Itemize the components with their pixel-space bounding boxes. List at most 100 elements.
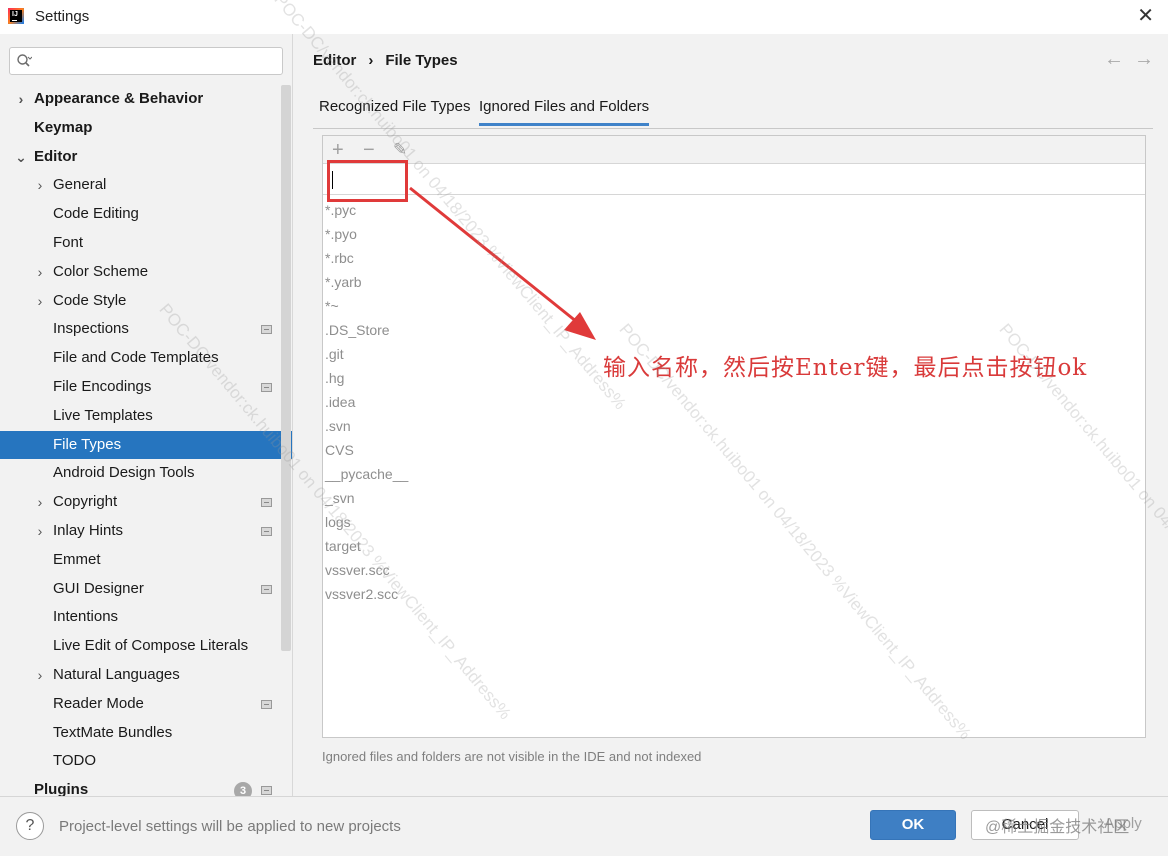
sidebar-item-label: General: [53, 176, 107, 194]
sidebar-item-plugins[interactable]: Plugins 3: [0, 776, 292, 796]
sidebar-item-label: Code Editing: [53, 205, 139, 223]
sidebar-item-label: Font: [53, 233, 84, 251]
sidebar-item-file-and-code-templates[interactable]: File and Code Templates: [0, 344, 292, 373]
sidebar-item-emmet[interactable]: Emmet: [0, 546, 292, 575]
back-arrow-icon[interactable]: ←: [1104, 48, 1134, 70]
annotation-arrow-icon: [409, 186, 596, 340]
chevron-right-icon[interactable]: ›: [34, 287, 46, 316]
chevron-right-icon[interactable]: ›: [34, 258, 46, 287]
tab-ignored-files-and-folders[interactable]: Ignored Files and Folders: [479, 98, 650, 126]
search-icon: [17, 54, 32, 67]
pattern-item[interactable]: .DS_Store: [325, 320, 408, 344]
chevron-right-icon[interactable]: ›: [15, 85, 27, 114]
pattern-item[interactable]: logs: [325, 512, 408, 536]
sidebar-item-label: Keymap: [34, 118, 93, 136]
sidebar-item-todo[interactable]: TODO: [0, 747, 292, 776]
sidebar-item-label: Android Design Tools: [53, 464, 195, 482]
pattern-item[interactable]: .hg: [325, 368, 408, 392]
pattern-item[interactable]: *.pyo: [325, 224, 408, 248]
project-scope-icon: [261, 526, 272, 536]
ignored-hint-text: Ignored files and folders are not visibl…: [322, 749, 702, 764]
sidebar-item-code-style[interactable]: › Code Style: [0, 287, 292, 316]
chevron-down-icon[interactable]: ⌄: [15, 143, 27, 172]
pattern-item[interactable]: vssver2.scc: [325, 584, 408, 608]
sidebar-item-editor[interactable]: ⌄ Editor: [0, 143, 292, 172]
ok-button[interactable]: OK: [870, 810, 956, 840]
sidebar-item-label: GUI Designer: [53, 579, 144, 597]
title-bar: IJ Settings ✕: [0, 0, 1168, 34]
pattern-item[interactable]: target: [325, 536, 408, 560]
sidebar-item-label: Copyright: [53, 493, 118, 511]
project-scope-icon: [261, 786, 272, 796]
sidebar-item-label: Code Style: [53, 291, 127, 309]
breadcrumb-separator-icon: ›: [368, 52, 374, 69]
sidebar-item-label: Inspections: [53, 320, 129, 338]
sidebar-item-label: Intentions: [53, 608, 119, 626]
pattern-item[interactable]: CVS: [325, 440, 408, 464]
sidebar-item-label: Inlay Hints: [53, 521, 124, 539]
sidebar-item-label: File Encodings: [53, 377, 152, 395]
settings-window: IJ Settings ✕ › Appearance & Behavior Keym…: [0, 0, 1168, 856]
pattern-item[interactable]: *.rbc: [325, 248, 408, 272]
juejin-watermark: @稀土掘金技术社区: [985, 819, 1130, 836]
sidebar-item-label: Live Edit of Compose Literals: [53, 637, 249, 655]
sidebar-item-natural-languages[interactable]: › Natural Languages: [0, 661, 292, 690]
tab-recognized-file-types[interactable]: Recognized File Types: [319, 98, 470, 115]
sidebar-scrollbar[interactable]: [281, 85, 291, 651]
chevron-right-icon[interactable]: ›: [34, 488, 46, 517]
help-button[interactable]: ?: [16, 812, 44, 840]
sidebar-item-label: Live Templates: [53, 406, 153, 424]
sidebar-item-textmate-bundles[interactable]: TextMate Bundles: [0, 719, 292, 748]
sidebar-item-intentions[interactable]: Intentions: [0, 603, 292, 632]
sidebar-item-label: Emmet: [53, 550, 101, 568]
sidebar-item-font[interactable]: Font: [0, 229, 292, 258]
remove-icon[interactable]: −: [363, 139, 375, 161]
sidebar-item-general[interactable]: › General: [0, 171, 292, 200]
pattern-item[interactable]: *.yarb: [325, 272, 408, 296]
updates-count-badge: 3: [234, 782, 252, 796]
forward-arrow-icon[interactable]: →: [1134, 48, 1164, 70]
sidebar-item-inlay-hints[interactable]: › Inlay Hints: [0, 517, 292, 546]
chevron-right-icon[interactable]: ›: [34, 171, 46, 200]
sidebar-item-label: TODO: [53, 752, 97, 770]
sidebar-item-label: Plugins: [34, 781, 89, 796]
sidebar-item-android-design-tools[interactable]: Android Design Tools: [0, 459, 292, 488]
pattern-item[interactable]: .git: [325, 344, 408, 368]
edit-pencil-icon[interactable]: ✎: [393, 139, 407, 161]
chevron-right-icon[interactable]: ›: [34, 517, 46, 546]
pattern-item[interactable]: .svn: [325, 416, 408, 440]
sidebar-item-keymap[interactable]: Keymap: [0, 114, 292, 143]
search-input[interactable]: [9, 47, 283, 75]
pattern-item[interactable]: *~: [325, 296, 408, 320]
pattern-item[interactable]: __pycache__: [325, 464, 408, 488]
sidebar-item-reader-mode[interactable]: Reader Mode: [0, 690, 292, 719]
pattern-item[interactable]: _svn: [325, 488, 408, 512]
close-icon[interactable]: ✕: [1137, 6, 1154, 26]
chevron-right-icon[interactable]: ›: [34, 661, 46, 690]
sidebar-item-live-templates[interactable]: Live Templates: [0, 402, 292, 431]
window-title: Settings: [35, 8, 90, 25]
sidebar-item-inspections[interactable]: Inspections: [0, 315, 292, 344]
project-scope-icon: [261, 498, 272, 508]
add-icon[interactable]: +: [332, 139, 344, 161]
pattern-item[interactable]: *.pyc: [325, 200, 408, 224]
pattern-item[interactable]: .idea: [325, 392, 408, 416]
sidebar-item-file-encodings[interactable]: File Encodings: [0, 373, 292, 402]
pattern-item[interactable]: vssver.scc: [325, 560, 408, 584]
breadcrumb-current: File Types: [385, 52, 458, 69]
sidebar-item-file-types[interactable]: File Types: [0, 430, 292, 460]
project-scope-icon: [261, 584, 272, 594]
sidebar-item-gui-designer[interactable]: GUI Designer: [0, 575, 292, 604]
project-level-note: Project-level settings will be applied t…: [59, 818, 401, 835]
sidebar-item-label: File Types: [53, 435, 122, 453]
sidebar-item-live-edit-of-compose-literals[interactable]: Live Edit of Compose Literals: [0, 632, 292, 661]
sidebar-item-label: Appearance & Behavior: [34, 90, 204, 107]
sidebar-item-appearance-behavior[interactable]: › Appearance & Behavior: [0, 85, 292, 114]
breadcrumb-parent[interactable]: Editor: [313, 52, 356, 69]
sidebar-item-label: Color Scheme: [53, 262, 149, 280]
sidebar-item-code-editing[interactable]: Code Editing: [0, 200, 292, 229]
sidebar-item-label: Reader Mode: [53, 694, 144, 712]
project-scope-icon: [261, 382, 272, 392]
sidebar-item-copyright[interactable]: › Copyright: [0, 488, 292, 517]
sidebar-item-color-scheme[interactable]: › Color Scheme: [0, 258, 292, 287]
